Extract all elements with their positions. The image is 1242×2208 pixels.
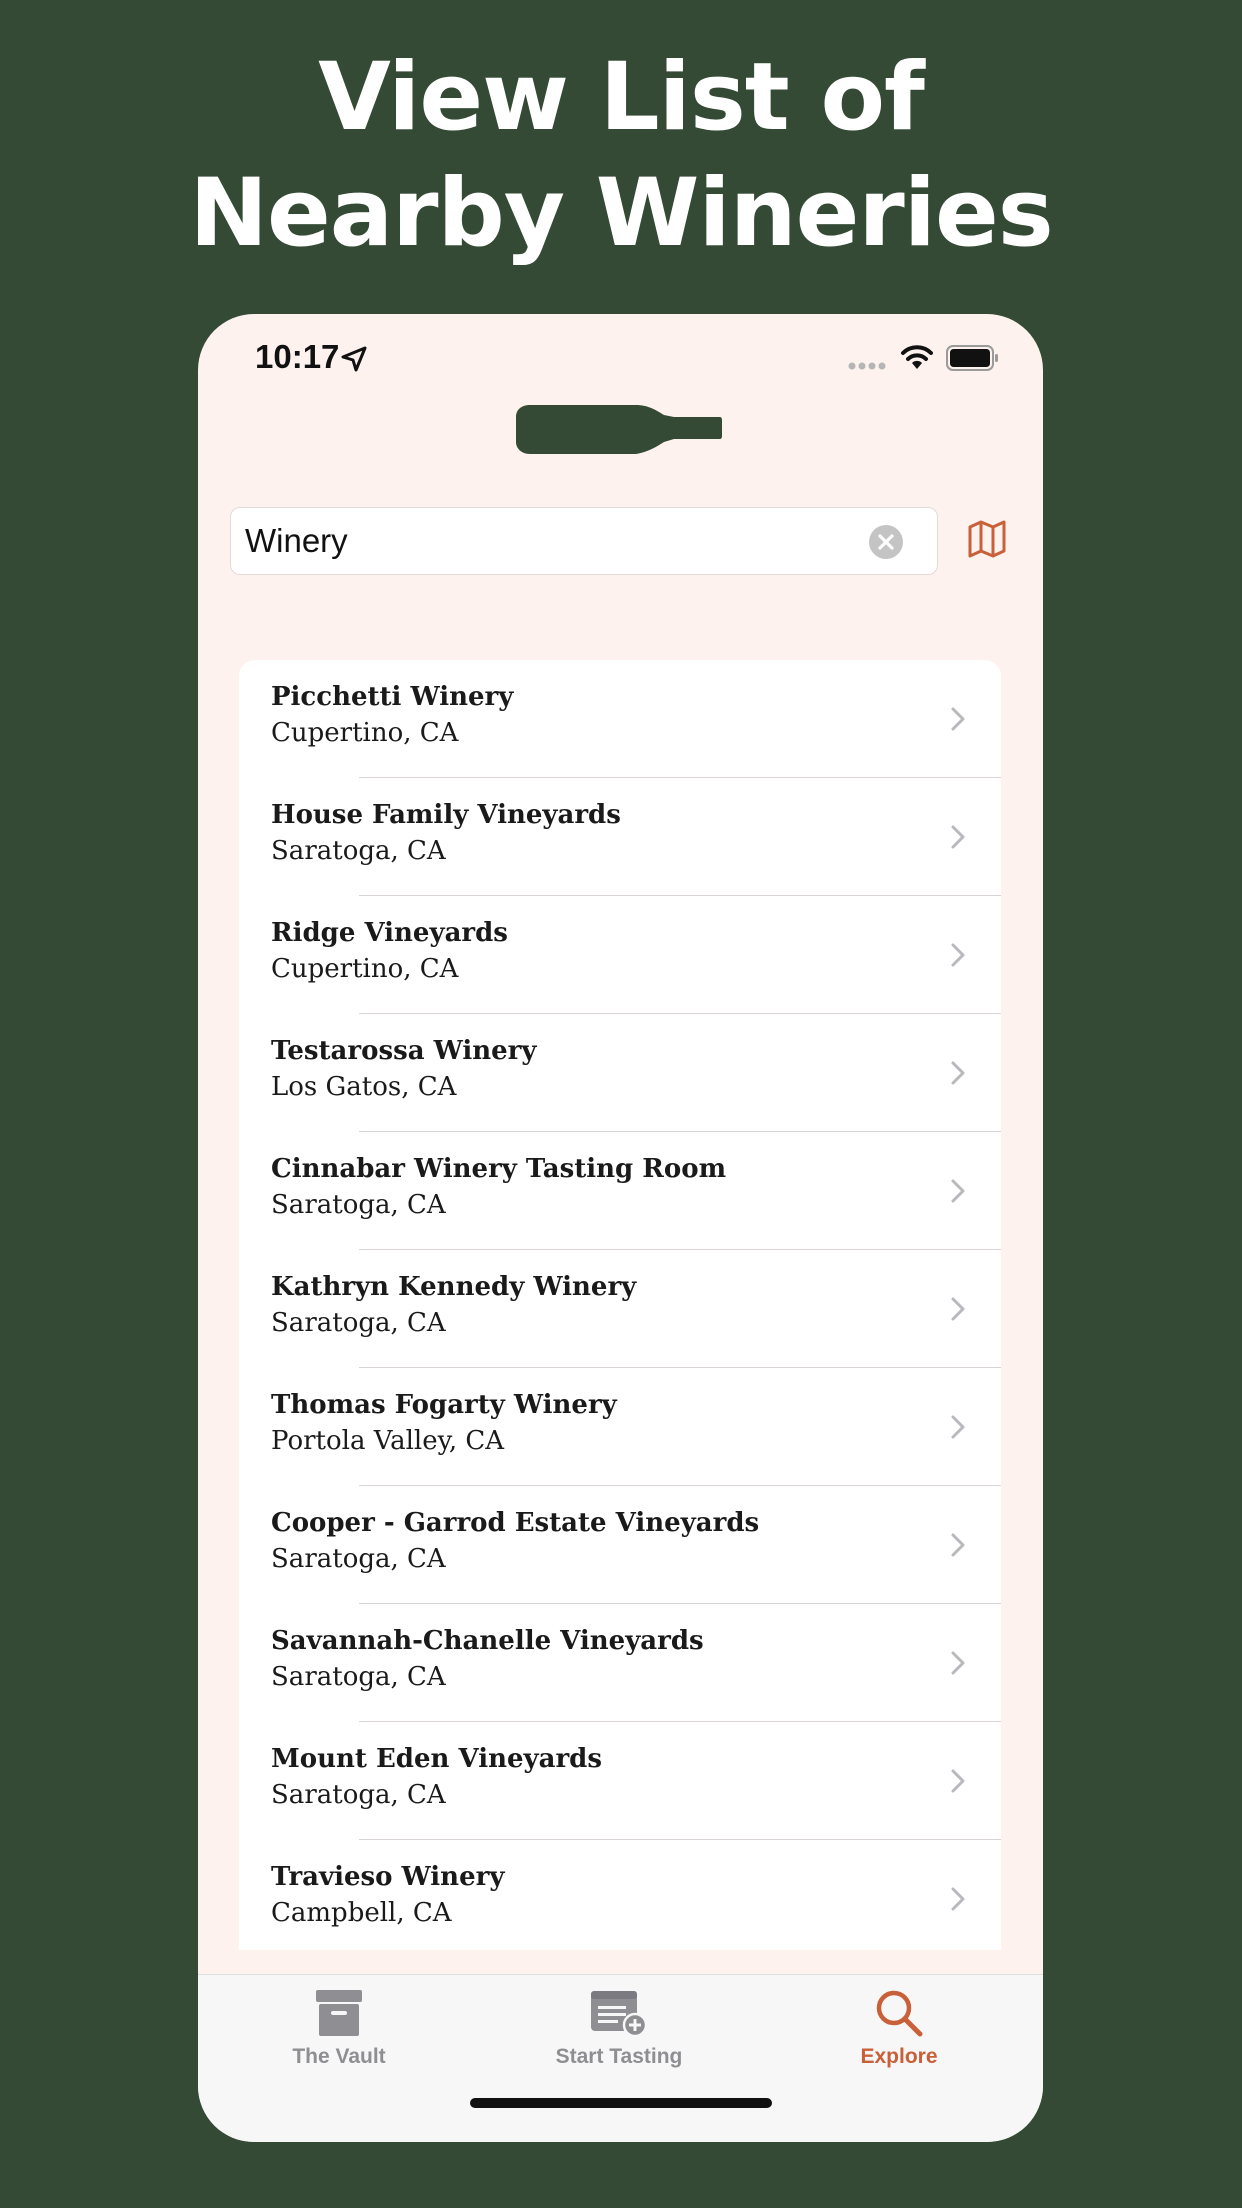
winery-location: Campbell, CA (271, 1898, 452, 1928)
search-input[interactable]: Winery (245, 522, 348, 560)
magnifying-glass-icon (876, 1990, 923, 2037)
chevron-right-icon (951, 1651, 965, 1675)
status-time: 10:17 (255, 338, 340, 375)
marketing-headline: View List of Nearby Wineries (0, 40, 1242, 272)
winery-location: Saratoga, CA (271, 836, 446, 866)
phone-screen: 10:17 Winery Picchetti Winery Cupertino,… (198, 314, 1043, 2142)
tab-bar: The Vault Start Tasting Explore (198, 1974, 1043, 2142)
chevron-right-icon (951, 707, 965, 731)
winery-row[interactable]: Testarossa Winery Los Gatos, CA (239, 1014, 1001, 1132)
chevron-right-icon (951, 1769, 965, 1793)
winery-location: Saratoga, CA (271, 1544, 446, 1574)
tab-start-tasting-label: Start Tasting (555, 2045, 683, 2068)
chevron-right-icon (951, 1533, 965, 1557)
winery-name: Kathryn Kennedy Winery (271, 1272, 637, 1302)
chevron-right-icon (951, 1297, 965, 1321)
tab-explore[interactable]: Explore (779, 1989, 1019, 2089)
winery-location: Saratoga, CA (271, 1308, 446, 1338)
winery-row[interactable]: Ridge Vineyards Cupertino, CA (239, 896, 1001, 1014)
winery-row[interactable]: Cooper - Garrod Estate Vineyards Saratoga… (239, 1486, 1001, 1604)
chevron-right-icon (951, 1887, 965, 1911)
winery-location: Cupertino, CA (271, 718, 459, 748)
winery-row[interactable]: Picchetti Winery Cupertino, CA (239, 660, 1001, 778)
winery-location: Saratoga, CA (271, 1190, 446, 1220)
tab-start-tasting[interactable]: Start Tasting (499, 1989, 739, 2089)
winery-name: Picchetti Winery (271, 682, 514, 712)
tasting-note-add-icon (591, 1991, 648, 2037)
tab-the-vault-label: The Vault (292, 2045, 386, 2068)
headline-line-1: View List of (318, 43, 925, 152)
status-bar: 10:17 (198, 314, 1043, 404)
winery-name: Ridge Vineyards (271, 918, 508, 948)
winery-name: Mount Eden Vineyards (271, 1744, 602, 1774)
winery-list: Picchetti Winery Cupertino, CA House Famil… (239, 660, 1001, 1950)
battery-icon (946, 345, 998, 371)
winery-name: House Family Vineyards (271, 800, 621, 830)
winery-row[interactable]: Savannah-Chanelle Vineyards Saratoga, CA (239, 1604, 1001, 1722)
winery-location: Saratoga, CA (271, 1780, 446, 1810)
search-bar[interactable]: Winery (230, 507, 938, 575)
clear-search-icon[interactable] (869, 525, 903, 559)
chevron-right-icon (951, 943, 965, 967)
tab-the-vault[interactable]: The Vault (219, 1989, 459, 2089)
winery-location: Los Gatos, CA (271, 1072, 457, 1102)
winery-name: Cooper - Garrod Estate Vineyards (271, 1508, 760, 1538)
winery-row[interactable]: Thomas Fogarty Winery Portola Valley, CA (239, 1368, 1001, 1486)
chevron-right-icon (951, 1415, 965, 1439)
winery-location: Saratoga, CA (271, 1662, 446, 1692)
map-icon[interactable] (968, 520, 1006, 558)
winery-row[interactable]: Kathryn Kennedy Winery Saratoga, CA (239, 1250, 1001, 1368)
winery-location: Portola Valley, CA (271, 1426, 505, 1456)
wine-bottle-logo (516, 405, 722, 454)
winery-name: Savannah-Chanelle Vineyards (271, 1626, 704, 1656)
cellular-signal-icon (848, 362, 886, 370)
winery-row[interactable]: House Family Vineyards Saratoga, CA (239, 778, 1001, 896)
winery-location: Cupertino, CA (271, 954, 459, 984)
tab-explore-label: Explore (860, 2045, 938, 2068)
winery-row[interactable]: Mount Eden Vineyards Saratoga, CA (239, 1722, 1001, 1840)
winery-name: Cinnabar Winery Tasting Room (271, 1154, 727, 1184)
archive-box-icon (316, 1990, 362, 2036)
home-indicator (470, 2098, 772, 2108)
winery-name: Thomas Fogarty Winery (271, 1390, 617, 1420)
headline-line-2: Nearby Wineries (189, 159, 1053, 268)
chevron-right-icon (951, 825, 965, 849)
winery-row[interactable]: Travieso Winery Campbell, CA (239, 1840, 1001, 1950)
location-arrow-icon (341, 346, 367, 372)
chevron-right-icon (951, 1179, 965, 1203)
winery-name: Travieso Winery (271, 1862, 505, 1892)
winery-row[interactable]: Cinnabar Winery Tasting Room Saratoga, CA (239, 1132, 1001, 1250)
wifi-icon (901, 345, 933, 369)
winery-name: Testarossa Winery (271, 1036, 537, 1066)
chevron-right-icon (951, 1061, 965, 1085)
